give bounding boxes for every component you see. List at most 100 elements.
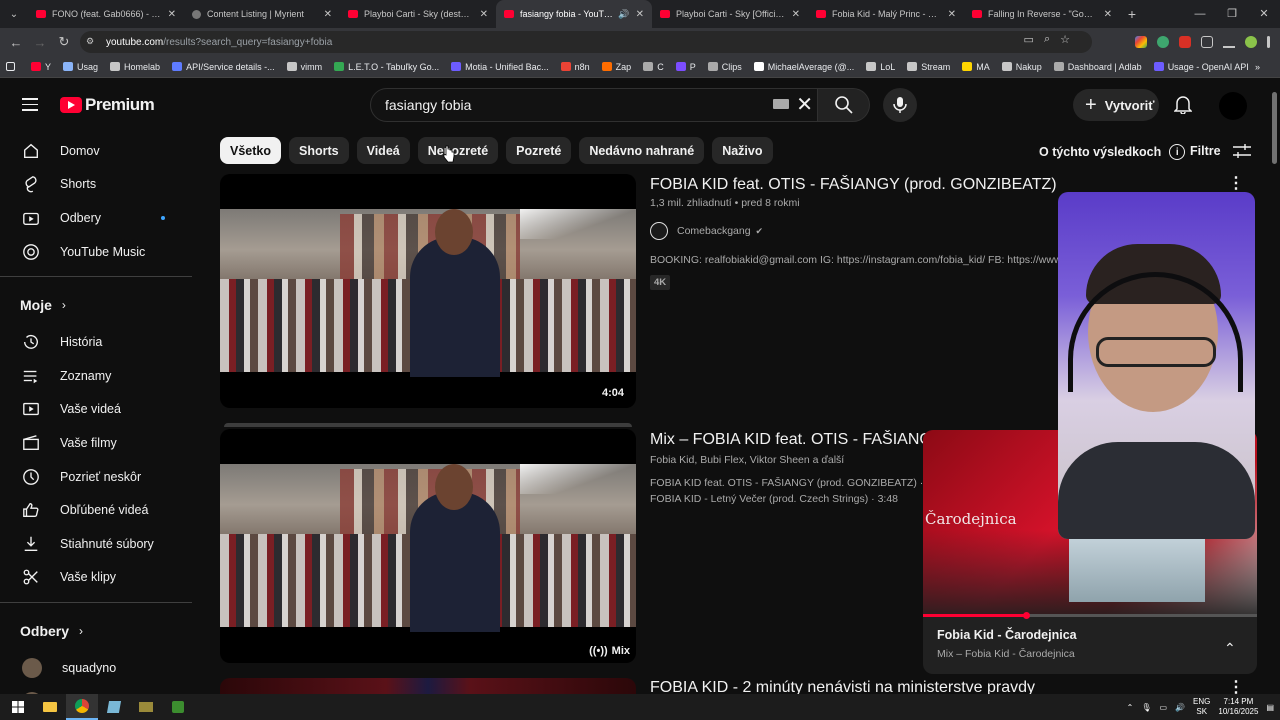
filter-chip[interactable]: Všetko xyxy=(220,137,281,164)
tab-close-icon[interactable]: ✕ xyxy=(480,9,488,20)
more-bookmarks-icon[interactable]: » xyxy=(1255,62,1260,72)
browser-tab[interactable]: FONO (feat. Gab0666) - YouTube ✕ xyxy=(28,0,184,28)
bookmark-item[interactable]: Usage - OpenAI API xyxy=(1153,62,1249,72)
tab-close-icon[interactable]: ✕ xyxy=(948,9,956,20)
tab-close-icon[interactable]: ✕ xyxy=(792,9,800,20)
cast-icon[interactable]: ▭ xyxy=(1024,33,1034,46)
page-scrollbar[interactable] xyxy=(1272,92,1277,164)
filter-chip[interactable]: Videá xyxy=(356,137,410,164)
new-tab-button[interactable]: + xyxy=(1120,6,1144,22)
extension-icon[interactable] xyxy=(1135,36,1147,48)
bookmark-item[interactable]: MA xyxy=(962,62,990,72)
bookmark-item[interactable]: Y xyxy=(31,62,51,72)
bookmark-star-icon[interactable]: ☆ xyxy=(1060,33,1070,46)
forward-icon[interactable]: → xyxy=(28,35,52,50)
close-window-icon[interactable]: ✕ xyxy=(1248,0,1280,28)
reload-icon[interactable]: ↻ xyxy=(52,34,76,50)
tab-close-icon[interactable]: ✕ xyxy=(168,9,176,20)
about-results-button[interactable]: O týchto výsledkoch i xyxy=(1039,144,1186,160)
sidebar-subscriptions-heading[interactable]: Odbery › xyxy=(0,611,196,651)
filter-chip[interactable]: Shorts xyxy=(289,137,349,164)
mix-thumbnail[interactable]: ((•)) Mix xyxy=(220,429,636,663)
filter-chip[interactable]: Naživo xyxy=(712,137,773,164)
bookmark-item[interactable]: LoL xyxy=(866,62,895,72)
sidebar-item-odbery[interactable]: Odbery xyxy=(0,201,196,235)
chrome-icon[interactable] xyxy=(66,694,98,720)
account-avatar[interactable] xyxy=(1219,92,1247,120)
bookmark-item[interactable]: Clips xyxy=(707,62,742,72)
apps-icon[interactable] xyxy=(6,62,19,71)
voice-search-button[interactable] xyxy=(883,88,917,122)
expand-chevron-icon[interactable]: ⌃ xyxy=(1224,640,1236,657)
profile-icon[interactable] xyxy=(1245,36,1257,48)
tray-overflow-icon[interactable]: ⌃ xyxy=(1127,703,1134,712)
video-title[interactable]: FOBIA KID feat. OTIS - FAŠIANGY (prod. G… xyxy=(650,176,1057,194)
browser-tab[interactable]: Fobia Kid - Malý Princ - YouTube ✕ xyxy=(808,0,964,28)
sidebar-item-ob-ben-vide-[interactable]: Obľúbené videá xyxy=(0,493,196,527)
sidebar-item-domov[interactable]: Domov xyxy=(0,134,196,168)
progress-scrubber[interactable] xyxy=(1022,612,1030,619)
sidebar-item-stiahnut-s-bory[interactable]: Stiahnuté súbory xyxy=(0,527,196,561)
browser-tab[interactable]: Playboi Carti - Sky [Official Vide ✕ xyxy=(652,0,808,28)
minimize-icon[interactable]: — xyxy=(1184,0,1216,28)
volume-icon[interactable]: 🔊 xyxy=(1175,703,1185,712)
bookmark-item[interactable]: Motia - Unified Bac... xyxy=(451,62,549,72)
windows-start-icon[interactable] xyxy=(2,694,34,720)
browser-tab[interactable]: fasiangy fobia - YouTube 🔊 ✕ xyxy=(496,0,652,28)
bookmark-item[interactable]: vimm xyxy=(286,62,322,72)
network-icon[interactable]: ▭ xyxy=(1160,703,1168,712)
sidebar-item-hist-ria[interactable]: História xyxy=(0,325,196,359)
language-indicator[interactable]: ENG SK xyxy=(1193,697,1210,717)
tab-audio-icon[interactable]: 🔊 xyxy=(618,9,629,20)
app-icon[interactable] xyxy=(130,694,162,720)
bookmark-item[interactable]: L.E.T.O - Tabuľky Go... xyxy=(334,62,439,72)
tab-close-icon[interactable]: ✕ xyxy=(1104,9,1112,20)
miniplayer-title[interactable]: Fobia Kid - Čarodejnica xyxy=(937,628,1077,642)
url-field[interactable]: ⚙ youtube.com /results?search_query=fasi… xyxy=(80,31,1092,53)
bookmark-item[interactable]: MichaelAverage (@... xyxy=(753,62,854,72)
tab-search-icon[interactable]: ⌄ xyxy=(0,0,28,28)
search-button[interactable] xyxy=(818,88,870,122)
bookmark-item[interactable]: Stream xyxy=(907,62,950,72)
filters-button[interactable]: Filtre xyxy=(1190,144,1251,158)
subscription-item[interactable]: squadyno xyxy=(0,651,196,685)
mix-title[interactable]: Mix – FOBIA KID feat. OTIS - FAŠIANGY (p xyxy=(650,431,961,449)
tab-close-icon[interactable]: ✕ xyxy=(324,9,332,20)
app-icon[interactable] xyxy=(98,694,130,720)
clock[interactable]: 7:14 PM 10/16/2025 xyxy=(1218,697,1258,717)
restore-icon[interactable]: ❐ xyxy=(1216,0,1248,28)
menu-icon[interactable] xyxy=(22,98,38,111)
browser-tab[interactable]: Falling In Reverse - "God Is A W ✕ xyxy=(964,0,1120,28)
keyboard-icon[interactable] xyxy=(773,99,789,109)
sidebar-item-pozrie-nesk-r[interactable]: Pozrieť neskôr xyxy=(0,460,196,494)
sidebar-item-va-e-klipy[interactable]: Vaše klipy xyxy=(0,561,196,595)
filter-chip[interactable]: Nepozreté xyxy=(417,137,499,164)
channel-link[interactable]: Comebackgang ✔ xyxy=(650,222,763,240)
browser-menu-icon[interactable] xyxy=(1267,36,1270,48)
bookmark-item[interactable]: Homelab xyxy=(110,62,160,72)
bookmark-item[interactable]: Nakup xyxy=(1001,62,1042,72)
bookmark-item[interactable]: API/Service details -... xyxy=(172,62,275,72)
extension-icon[interactable] xyxy=(1157,36,1169,48)
sidebar-you-heading[interactable]: Moje › xyxy=(0,285,196,325)
create-button[interactable]: + Vytvoriť xyxy=(1073,89,1159,121)
clear-search-icon[interactable]: ✕ xyxy=(796,92,813,117)
bookmark-item[interactable]: Zap xyxy=(601,62,631,72)
app-icon[interactable] xyxy=(162,694,194,720)
filter-chip[interactable]: Nedávno nahrané xyxy=(579,137,705,164)
extension-icon[interactable] xyxy=(1179,36,1191,48)
sidebar-item-va-e-vide-[interactable]: Vaše videá xyxy=(0,393,196,427)
mix-track-1[interactable]: FOBIA KID feat. OTIS - FAŠIANGY (prod. G… xyxy=(650,477,947,489)
sidebar-item-shorts[interactable]: Shorts xyxy=(0,168,196,202)
browser-tab[interactable]: Playboi Carti - Sky (destxmido ✕ xyxy=(340,0,496,28)
site-info-icon[interactable]: ⚙ xyxy=(86,36,98,48)
browser-tab[interactable]: Content Listing | Myrient ✕ xyxy=(184,0,340,28)
file-explorer-icon[interactable] xyxy=(34,694,66,720)
zoom-icon[interactable]: ⌕ xyxy=(1044,33,1050,46)
bookmark-item[interactable]: C xyxy=(643,62,664,72)
tab-close-icon[interactable]: ✕ xyxy=(636,9,644,20)
more-actions-icon[interactable]: ⋮ xyxy=(1228,173,1244,193)
search-input[interactable]: fasiangy fobia ✕ xyxy=(370,88,818,122)
reading-list-icon[interactable] xyxy=(1223,36,1235,48)
youtube-premium-logo[interactable]: Premium xyxy=(60,95,155,115)
